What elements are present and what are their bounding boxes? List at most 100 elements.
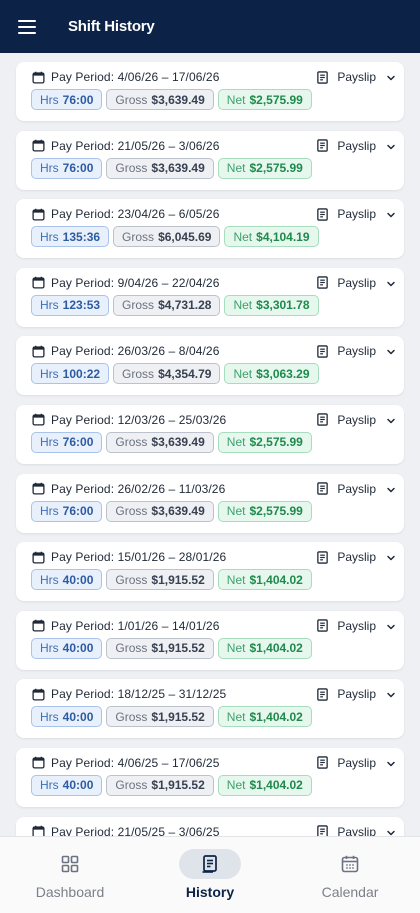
gross-value: $1,915.52 (151, 572, 205, 587)
pay-period-card[interactable]: Pay Period: 4/06/25 – 17/06/25 Payslip Hrs… (16, 747, 404, 807)
chevron-down-icon[interactable] (386, 141, 396, 151)
chevron-down-icon[interactable] (386, 689, 396, 699)
pay-period-header[interactable]: Pay Period: 21/05/25 – 3/06/25 Payslip (32, 823, 396, 836)
net-chip: Net $3,063.29 (224, 363, 319, 385)
gross-chip: Gross $4,354.79 (113, 363, 221, 385)
payslip-button[interactable]: Payslip (316, 619, 396, 633)
grid-icon (39, 849, 101, 879)
payslip-label: Payslip (337, 550, 376, 565)
pay-period-prefix: Pay Period: (51, 412, 115, 427)
hours-chip: Hrs 135:36 (31, 226, 110, 248)
pay-period-header[interactable]: Pay Period: 4/06/26 – 17/06/26 Payslip (32, 68, 396, 86)
nav-item-label: Calendar (321, 884, 379, 900)
payslip-button[interactable]: Payslip (316, 344, 396, 358)
receipt-icon (316, 345, 329, 358)
hamburger-icon (18, 19, 36, 34)
pay-period-header[interactable]: Pay Period: 1/01/26 – 14/01/26 Payslip (32, 617, 396, 635)
payslip-button[interactable]: Payslip (316, 276, 396, 290)
payslip-button[interactable]: Payslip (316, 550, 396, 564)
pay-period-header[interactable]: Pay Period: 21/05/26 – 3/06/26 Payslip (32, 137, 396, 155)
payslip-label: Payslip (337, 138, 376, 153)
payslip-label: Payslip (337, 687, 376, 702)
chevron-down-icon[interactable] (386, 827, 396, 836)
menu-button[interactable] (0, 0, 54, 53)
pay-period-header[interactable]: Pay Period: 23/04/26 – 6/05/26 Payslip (32, 205, 396, 223)
pay-period-card[interactable]: Pay Period: 18/12/25 – 31/12/25 Payslip Hr… (16, 679, 404, 739)
pay-summary-chips: Hrs 40:00 Gross $1,915.52 Net $1,404.02 (31, 706, 312, 728)
chevron-down-icon[interactable] (386, 621, 396, 631)
pay-period-card[interactable]: Pay Period: 21/05/25 – 3/06/25 Payslip (16, 816, 404, 836)
pay-period-header[interactable]: Pay Period: 15/01/26 – 28/01/26 Payslip (32, 548, 396, 566)
payslip-button[interactable]: Payslip (316, 413, 396, 427)
pay-period-card[interactable]: Pay Period: 26/03/26 – 8/04/26 Payslip Hrs… (16, 336, 404, 396)
gross-chip: Gross $6,045.69 (113, 226, 221, 248)
chevron-down-icon[interactable] (386, 758, 396, 768)
pay-period-card[interactable]: Pay Period: 26/02/26 – 11/03/26 Payslip Hr… (16, 473, 404, 533)
pay-period-card[interactable]: Pay Period: 23/04/26 – 6/05/26 Payslip Hrs… (16, 199, 404, 259)
chevron-down-icon[interactable] (386, 278, 396, 288)
payslip-label: Payslip (337, 755, 376, 770)
net-chip: Net $2,575.99 (217, 431, 312, 453)
hours-chip: Hrs 76:00 (31, 431, 103, 453)
pay-period-range: 4/06/25 – 17/06/25 (117, 755, 220, 770)
chevron-down-icon[interactable] (386, 346, 396, 356)
payslip-button[interactable]: Payslip (316, 825, 396, 836)
gross-value: $3,639.49 (151, 435, 205, 450)
receipt-icon (316, 550, 329, 564)
pay-summary-chips: Hrs 40:00 Gross $1,915.52 Net $1,404.02 (31, 569, 312, 591)
hours-value: 76:00 (62, 161, 94, 176)
chevron-down-icon[interactable] (386, 209, 396, 219)
hours-key: Hrs (40, 641, 59, 656)
pay-period-prefix: Pay Period: (51, 207, 115, 222)
hours-chip: Hrs 76:00 (31, 157, 103, 179)
pay-period-header[interactable]: Pay Period: 12/03/26 – 25/03/26 Payslip (32, 411, 396, 429)
hours-chip: Hrs 40:00 (31, 706, 103, 728)
receipt-icon (316, 70, 329, 84)
chevron-down-icon[interactable] (386, 415, 396, 425)
payslip-button[interactable]: Payslip (316, 756, 396, 770)
pay-period-card[interactable]: Pay Period: 1/01/26 – 14/01/26 Payslip Hrs… (16, 610, 404, 670)
gross-value: $4,354.79 (158, 366, 212, 381)
net-key: Net (226, 435, 246, 450)
hours-key: Hrs (40, 366, 59, 381)
pay-summary-chips: Hrs 135:36 Gross $6,045.69 Net $4,104.19 (31, 226, 319, 248)
net-key: Net (226, 641, 246, 656)
pay-period-card[interactable]: Pay Period: 15/01/26 – 28/01/26 Payslip Hr… (16, 542, 404, 602)
bottom-navigation: Dashboard History Calendar (0, 836, 420, 913)
pay-period-prefix: Pay Period: (51, 138, 115, 153)
hours-value: 76:00 (62, 435, 94, 450)
calendar-icon (32, 276, 45, 289)
hours-value: 135:36 (62, 229, 101, 244)
pay-summary-chips: Hrs 76:00 Gross $3,639.49 Net $2,575.99 (31, 500, 312, 522)
chevron-down-icon[interactable] (386, 72, 396, 82)
net-key: Net (233, 298, 253, 313)
chevron-down-icon[interactable] (386, 552, 396, 562)
pay-period-card[interactable]: Pay Period: 12/03/26 – 25/03/26 Payslip Hr… (16, 404, 404, 464)
pay-period-label: Pay Period: 12/03/26 – 25/03/26 (51, 413, 226, 427)
payslip-button[interactable]: Payslip (316, 482, 396, 496)
pay-period-header[interactable]: Pay Period: 18/12/25 – 31/12/25 Payslip (32, 685, 396, 703)
pay-period-card[interactable]: Pay Period: 4/06/26 – 17/06/26 Payslip Hrs… (16, 62, 404, 121)
hours-key: Hrs (40, 229, 59, 244)
net-chip: Net $1,404.02 (217, 774, 312, 796)
nav-item-calendar[interactable]: Calendar (280, 837, 420, 913)
payslip-button[interactable]: Payslip (316, 70, 396, 84)
pay-period-list[interactable]: Pay Period: 4/06/26 – 17/06/26 Payslip Hrs… (0, 53, 420, 836)
pay-period-label: Pay Period: 18/12/25 – 31/12/25 (51, 687, 226, 701)
pay-period-card[interactable]: Pay Period: 21/05/26 – 3/06/26 Payslip Hrs… (16, 130, 404, 190)
payslip-button[interactable]: Payslip (316, 687, 396, 701)
pay-period-header[interactable]: Pay Period: 26/02/26 – 11/03/26 Payslip (32, 480, 396, 498)
payslip-button[interactable]: Payslip (316, 207, 396, 221)
payslip-label: Payslip (337, 412, 376, 427)
nav-item-history[interactable]: History (140, 837, 280, 913)
pay-period-card[interactable]: Pay Period: 9/04/26 – 22/04/26 Payslip Hrs… (16, 267, 404, 327)
pay-period-header[interactable]: Pay Period: 4/06/25 – 17/06/25 Payslip (32, 754, 396, 772)
gross-key: Gross (122, 298, 155, 313)
chevron-down-icon[interactable] (386, 484, 396, 494)
pay-period-header[interactable]: Pay Period: 26/03/26 – 8/04/26 Payslip (32, 342, 396, 360)
pay-period-header[interactable]: Pay Period: 9/04/26 – 22/04/26 Payslip (32, 274, 396, 292)
calendar-icon (32, 413, 45, 427)
payslip-button[interactable]: Payslip (316, 139, 396, 153)
nav-item-dashboard[interactable]: Dashboard (0, 837, 140, 913)
net-value: $3,301.78 (256, 298, 310, 313)
